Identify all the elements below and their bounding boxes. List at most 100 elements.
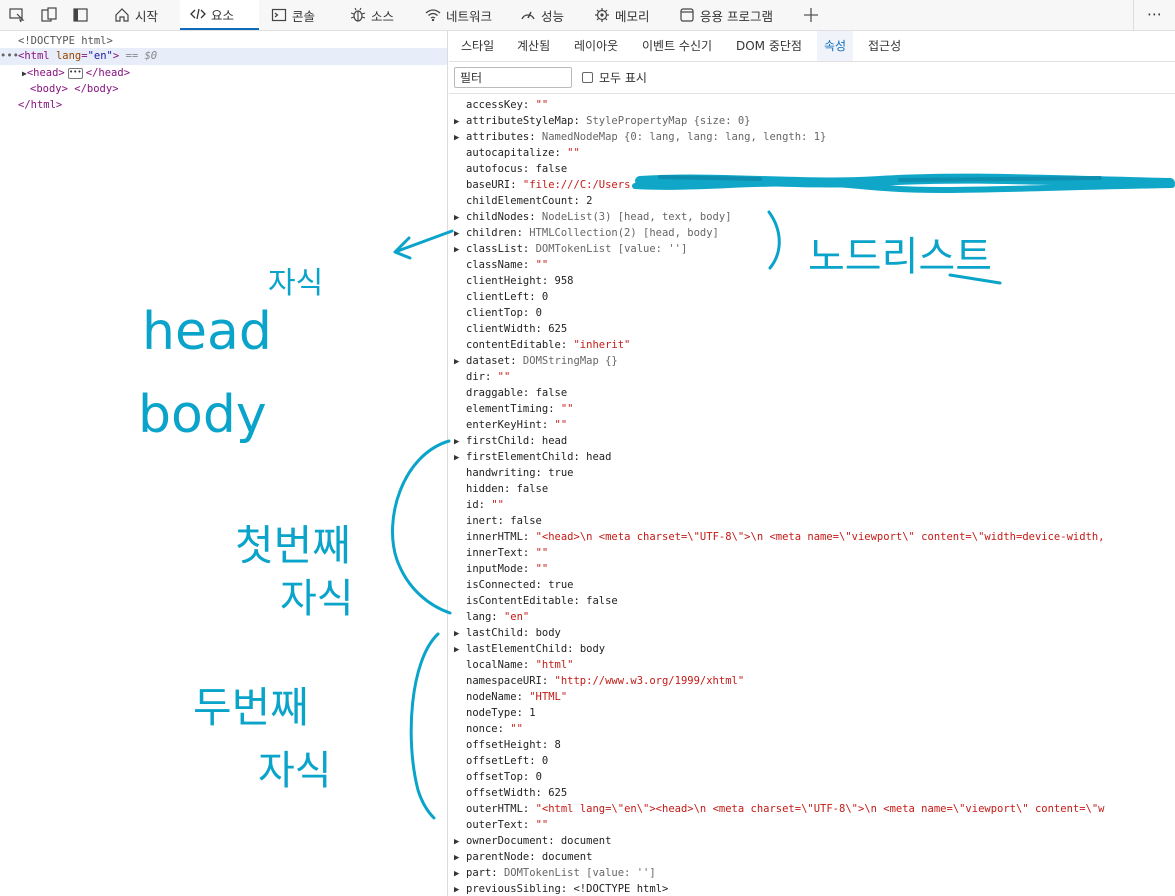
expand-triangle-icon[interactable]: ▶ — [454, 626, 466, 642]
elements-code-icon — [190, 6, 206, 22]
expand-triangle-icon[interactable]: ▶ — [454, 642, 466, 658]
property-value: document — [541, 851, 593, 863]
tab-application[interactable]: 응용 프로그램 — [679, 0, 773, 30]
property-key: accessKey — [466, 99, 523, 111]
more-options-icon[interactable]: ⋯ — [1147, 5, 1162, 23]
row-actions-ellipsis-icon[interactable]: ••• — [0, 48, 19, 64]
property-row[interactable]: ▶ firstElementChild: head — [454, 449, 611, 465]
property-row[interactable]: ▶ part: DOMTokenList [value: ''] — [454, 865, 656, 881]
property-row[interactable]: ▶ children: HTMLCollection(2) [head, body… — [454, 225, 719, 241]
property-row[interactable]: ▶ lastElementChild: body — [454, 641, 605, 657]
expand-triangle-icon[interactable]: ▶ — [454, 850, 466, 866]
property-row: clientLeft: 0 — [466, 291, 549, 303]
expand-triangle-icon[interactable]: ▶ — [454, 434, 466, 450]
devtools-tabbar: 시작 요소 콘솔 소스 네트워크 성능 메모리 응용 프로그램 ⋯ — [0, 0, 1175, 31]
property-row: namespaceURI: "http://www.w3.org/1999/xh… — [466, 675, 745, 687]
body-node[interactable]: <body> </body> — [30, 81, 119, 97]
inspect-element-icon[interactable] — [8, 6, 26, 24]
property-value: "" — [535, 99, 549, 111]
expand-triangle-icon[interactable]: ▶ — [454, 882, 466, 896]
property-value: "<html lang=\"en\"><head>\n <meta charse… — [535, 803, 1105, 815]
property-key: hidden — [466, 483, 504, 495]
collapsed-content-ellipsis-icon[interactable]: ••• — [67, 67, 83, 79]
show-all-checkbox[interactable] — [582, 72, 593, 83]
expand-triangle-icon[interactable]: ▶ — [454, 834, 466, 850]
property-key: ownerDocument — [466, 835, 549, 847]
expand-triangle-icon[interactable]: ▶ — [454, 450, 466, 466]
property-value: "" — [535, 547, 549, 559]
property-key: clientLeft — [466, 291, 530, 303]
property-row: outerHTML: "<html lang=\"en\"><head>\n <… — [466, 803, 1105, 815]
subtab-layout[interactable]: 레이아웃 — [574, 31, 618, 61]
property-value: 0 — [541, 291, 549, 303]
expand-triangle-icon[interactable]: ▶ — [454, 114, 466, 130]
property-value: 8 — [554, 739, 561, 751]
property-key: outerHTML — [466, 803, 523, 815]
filter-input[interactable] — [454, 67, 572, 88]
property-value: 625 — [548, 323, 568, 335]
subtab-properties[interactable]: 속성 — [817, 31, 854, 61]
property-key: lastChild — [466, 627, 523, 639]
property-row[interactable]: ▶ ownerDocument: document — [454, 833, 611, 849]
property-key: isConnected — [466, 579, 536, 591]
tab-performance[interactable]: 성능 — [520, 0, 564, 30]
subtab-event-listeners[interactable]: 이벤트 수신기 — [642, 31, 712, 61]
tab-network[interactable]: 네트워크 — [425, 0, 492, 30]
expand-triangle-icon[interactable]: ▶ — [454, 226, 466, 242]
html-close-node[interactable]: </html> — [18, 97, 62, 113]
expand-triangle-icon[interactable]: ▶ — [454, 354, 466, 370]
property-row[interactable]: ▶ firstChild: head — [454, 433, 567, 449]
property-row: offsetHeight: 8 — [466, 739, 561, 751]
dock-side-panel-icon[interactable] — [72, 6, 90, 24]
property-row[interactable]: ▶ parentNode: document — [454, 849, 592, 865]
property-key: clientWidth — [466, 323, 536, 335]
property-row: offsetTop: 0 — [466, 771, 542, 783]
tab-console[interactable]: 콘솔 — [271, 0, 315, 30]
property-row[interactable]: ▶ dataset: DOMStringMap {} — [454, 353, 618, 369]
property-row: accessKey: "" — [466, 99, 549, 111]
property-row[interactable]: ▶ classList: DOMTokenList [value: ''] — [454, 241, 687, 257]
property-key: offsetWidth — [466, 787, 536, 799]
property-row: nonce: "" — [466, 723, 523, 735]
expand-triangle-icon[interactable]: ▶ — [454, 866, 466, 882]
property-row[interactable]: ▶ childNodes: NodeList(3) [head, text, bo… — [454, 209, 732, 225]
property-row[interactable]: ▶ attributes: NamedNodeMap {0: lang, lang… — [454, 129, 826, 145]
device-emulation-icon[interactable] — [40, 6, 58, 24]
tab-start[interactable]: 시작 — [114, 0, 158, 30]
property-value: false — [510, 515, 542, 527]
property-row[interactable]: ▶ lastChild: body — [454, 625, 561, 641]
tab-memory[interactable]: 메모리 — [594, 0, 650, 30]
expand-triangle-icon[interactable]: ▶ — [454, 242, 466, 258]
property-row: nodeName: "HTML" — [466, 691, 568, 703]
head-node[interactable]: ▶<head> ••• </head> — [22, 65, 130, 81]
tab-sources[interactable]: 소스 — [350, 0, 394, 30]
property-value: head — [541, 435, 568, 447]
expand-triangle-icon[interactable]: ▶ — [454, 130, 466, 146]
home-icon — [114, 7, 130, 23]
property-row: draggable: false — [466, 387, 568, 399]
add-tab-plus-icon[interactable] — [803, 7, 819, 23]
tab-elements[interactable]: 요소 — [180, 0, 259, 30]
property-row[interactable]: ▶ previousSibling: <!DOCTYPE html> — [454, 881, 668, 896]
subtab-dom-breakpoints[interactable]: DOM 중단점 — [736, 31, 802, 61]
property-row[interactable]: ▶ attributeStyleMap: StylePropertyMap {si… — [454, 113, 751, 129]
property-value: 0 — [541, 755, 549, 767]
property-key: lastElementChild — [466, 643, 568, 655]
doctype-node[interactable]: <!DOCTYPE html> — [18, 33, 113, 49]
property-value: "file:///C:/Users — [522, 179, 631, 191]
property-key: nodeName — [466, 691, 517, 703]
expand-triangle-icon[interactable]: ▶ — [454, 210, 466, 226]
property-row: innerHTML: "<head>\n <meta charset=\"UTF… — [466, 531, 1105, 543]
property-key: innerHTML — [466, 531, 523, 543]
html-attr-value: "en" — [87, 50, 113, 62]
subtab-styles[interactable]: 스타일 — [461, 31, 494, 61]
html-node[interactable]: •••<html lang="en"> == $0 — [0, 48, 157, 64]
property-key: outerText — [466, 819, 523, 831]
property-key: namespaceURI — [466, 675, 542, 687]
property-row: hidden: false — [466, 483, 549, 495]
property-value: DOMTokenList [value: ''] — [535, 243, 688, 255]
selected-marker: == $0 — [119, 50, 158, 62]
property-key: attributeStyleMap — [466, 115, 574, 127]
subtab-accessibility[interactable]: 접근성 — [868, 31, 901, 61]
subtab-computed[interactable]: 계산됨 — [517, 31, 550, 61]
